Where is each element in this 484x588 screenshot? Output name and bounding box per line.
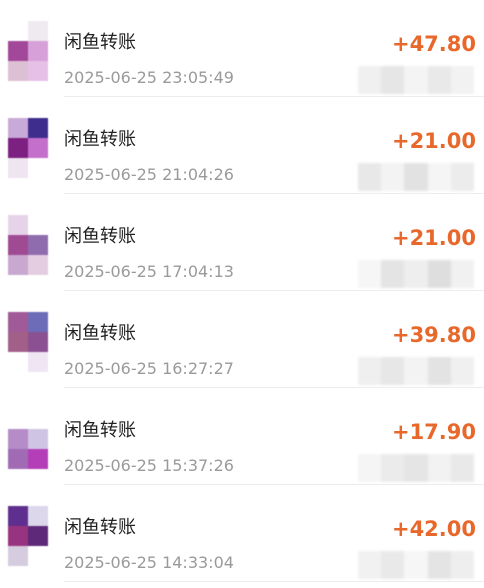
transaction-title: 闲鱼转账: [64, 323, 136, 344]
avatar-icon: [8, 215, 48, 275]
transaction-row[interactable]: 闲鱼转账 2025-06-25 16:27:27 +39.80: [0, 291, 484, 388]
transaction-amount: +17.90: [391, 420, 476, 444]
redacted-note: [358, 357, 475, 385]
transaction-list: 闲鱼转账 2025-06-25 23:05:49 +47.80 闲鱼转账 2025-06…: [0, 0, 484, 588]
transaction-time: 2025-06-25 23:05:49: [64, 68, 234, 87]
transaction-row[interactable]: 闲鱼转账 2025-06-25 23:05:49 +47.80: [0, 0, 484, 97]
redacted-note: [358, 66, 475, 94]
redacted-note: [358, 551, 475, 579]
avatar-icon: [8, 21, 48, 81]
redacted-note: [358, 454, 475, 482]
transaction-row[interactable]: 闲鱼转账 2025-06-25 15:37:26 +17.90: [0, 388, 484, 485]
transaction-time: 2025-06-25 16:27:27: [64, 359, 234, 378]
avatar-icon: [8, 312, 48, 372]
transaction-time: 2025-06-25 17:04:13: [64, 262, 234, 281]
transaction-row[interactable]: 闲鱼转账 2025-06-25 14:33:04 +42.00: [0, 485, 484, 582]
transaction-amount: +42.00: [391, 517, 476, 541]
row-divider: [64, 581, 484, 582]
transaction-amount: +21.00: [391, 226, 476, 250]
transaction-row[interactable]: 闲鱼转账 2025-06-25 21:04:26 +21.00: [0, 97, 484, 194]
redacted-note: [358, 163, 475, 191]
avatar-icon: [8, 506, 48, 566]
transaction-row[interactable]: 闲鱼转账 2025-06-25 17:04:13 +21.00: [0, 194, 484, 291]
transaction-title: 闲鱼转账: [64, 420, 136, 441]
transaction-time: 2025-06-25 14:33:04: [64, 553, 234, 572]
transaction-title: 闲鱼转账: [64, 32, 136, 53]
transaction-time: 2025-06-25 15:37:26: [64, 456, 234, 475]
redacted-note: [358, 260, 475, 288]
transaction-amount: +39.80: [391, 323, 476, 347]
avatar-icon: [8, 118, 48, 178]
transaction-title: 闲鱼转账: [64, 129, 136, 150]
transaction-title: 闲鱼转账: [64, 226, 136, 247]
transaction-title: 闲鱼转账: [64, 517, 136, 538]
transaction-amount: +21.00: [391, 129, 476, 153]
transaction-time: 2025-06-25 21:04:26: [64, 165, 234, 184]
transaction-amount: +47.80: [391, 32, 476, 56]
avatar-icon: [8, 409, 48, 469]
